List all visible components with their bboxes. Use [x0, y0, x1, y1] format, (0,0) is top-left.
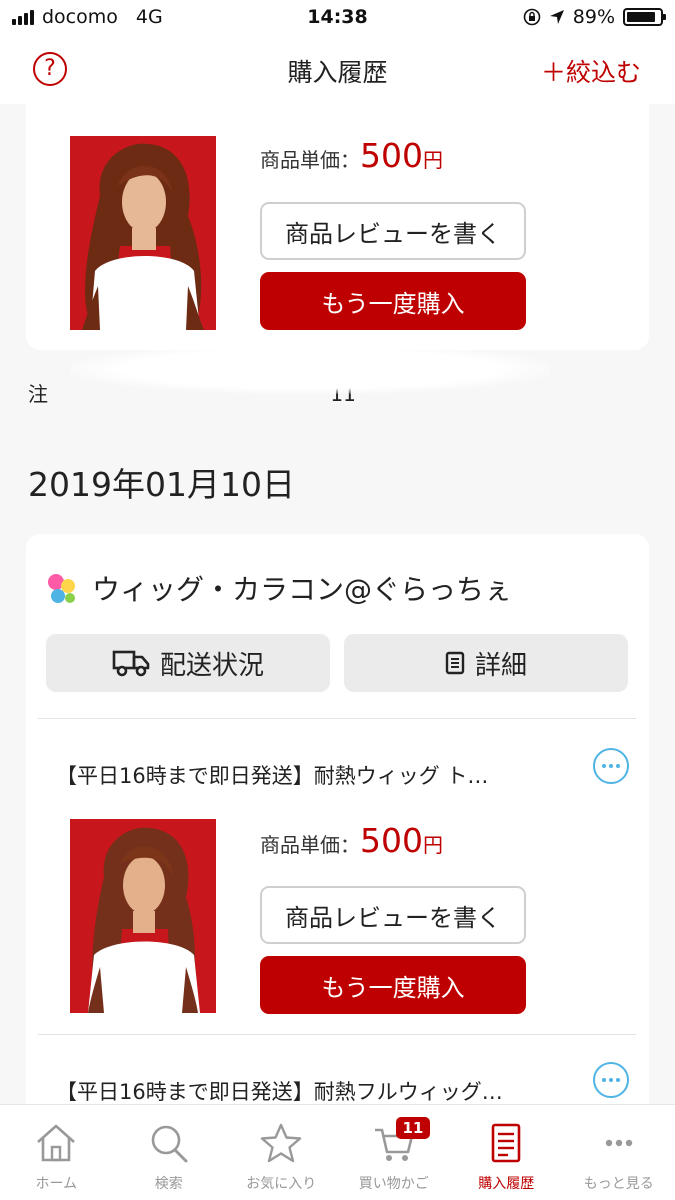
item-more-options-button[interactable] [593, 1062, 629, 1098]
delivery-status-button[interactable]: 配送状況 [46, 634, 330, 692]
order-detail-label: 詳細 [474, 650, 527, 681]
truck-icon [112, 650, 150, 677]
wig-model-photo [70, 819, 216, 1013]
home-icon [34, 1119, 78, 1167]
order-card: ウィッグ・カラコン@ぐらっちぇ 配送状況 詳細 【平日16時まで即日発送】耐熱ウ… [26, 534, 649, 1104]
purchase-history-list[interactable]: 商品単価：500円 商品レビューを書く もう一度購入 注 11 2019年01月… [0, 104, 675, 1104]
buy-again-button[interactable]: もう一度購入 [260, 272, 526, 330]
tab-label: もっと見る [583, 1176, 654, 1192]
product-image[interactable] [70, 136, 216, 330]
unit-price: 商品単価：500円 [260, 821, 443, 860]
location-icon [549, 10, 564, 24]
more-icon [597, 1119, 641, 1167]
order-date-heading: 2019年01月10日 [28, 465, 295, 504]
item-more-options-button[interactable] [593, 748, 629, 784]
shop-name: ウィッグ・カラコン@ぐらっちぇ [92, 573, 513, 606]
write-review-button[interactable]: 商品レビューを書く [260, 202, 526, 260]
tab-bar: ホーム 検索 お気に入り 11 買い物かご 購入履歴 もっと見る [0, 1104, 675, 1200]
shop-row[interactable]: ウィッグ・カラコン@ぐらっちぇ [44, 568, 512, 608]
orientation-lock-icon [523, 8, 541, 26]
tab-home[interactable]: ホーム [0, 1105, 113, 1200]
order-card-previous: 商品単価：500円 商品レビューを書く もう一度購入 [26, 104, 649, 350]
tab-purchase-history[interactable]: 購入履歴 [450, 1105, 563, 1200]
unit-price-label: 商品単価： [260, 148, 360, 172]
divider [38, 718, 636, 719]
battery-percent: 89% [572, 6, 615, 28]
battery-icon [623, 8, 666, 26]
receipt-icon [484, 1119, 528, 1167]
unit-price-label: 商品単価： [260, 833, 360, 857]
tab-label: 購入履歴 [478, 1176, 535, 1192]
tab-favorites[interactable]: お気に入り [225, 1105, 338, 1200]
buy-again-button[interactable]: もう一度購入 [260, 956, 526, 1014]
search-icon [147, 1119, 191, 1167]
tab-cart[interactable]: 11 買い物かご [338, 1105, 451, 1200]
tab-label: ホーム [35, 1176, 78, 1192]
tab-more[interactable]: もっと見る [563, 1105, 675, 1200]
tab-label: 買い物かご [358, 1176, 429, 1192]
wig-model-photo [70, 136, 216, 330]
nav-bar: ? 購入履歴 ＋絞込む [0, 36, 675, 104]
unit-price-currency: 円 [423, 148, 443, 172]
star-icon [259, 1119, 303, 1167]
unit-price-value: 500 [360, 821, 423, 860]
document-icon [445, 651, 465, 675]
order-number-prefix: 注 [28, 382, 48, 406]
tab-search[interactable]: 検索 [113, 1105, 226, 1200]
delivery-status-label: 配送状況 [159, 650, 264, 681]
cart-count-badge: 11 [395, 1117, 431, 1139]
filter-button[interactable]: ＋絞込む [541, 53, 641, 89]
product-image[interactable] [70, 819, 216, 1013]
tab-label: 検索 [154, 1176, 183, 1192]
order-detail-button[interactable]: 詳細 [344, 634, 628, 692]
item-title[interactable]: 【平日16時まで即日発送】耐熱ウィッグ ト… [56, 760, 488, 790]
unit-price-currency: 円 [423, 833, 443, 857]
write-review-button[interactable]: 商品レビューを書く [260, 886, 526, 944]
status-bar: docomo 4G 14:38 89% [0, 0, 675, 36]
shop-logo-icon [44, 570, 80, 606]
unit-price: 商品単価：500円 [260, 136, 443, 175]
divider [38, 1034, 636, 1035]
item-title[interactable]: 【平日16時まで即日発送】耐熱フルウィッグ… [56, 1076, 503, 1104]
tab-label: お気に入り [246, 1176, 317, 1192]
redaction-blur [70, 344, 550, 394]
unit-price-value: 500 [360, 136, 423, 175]
status-right: 89% [523, 6, 666, 28]
